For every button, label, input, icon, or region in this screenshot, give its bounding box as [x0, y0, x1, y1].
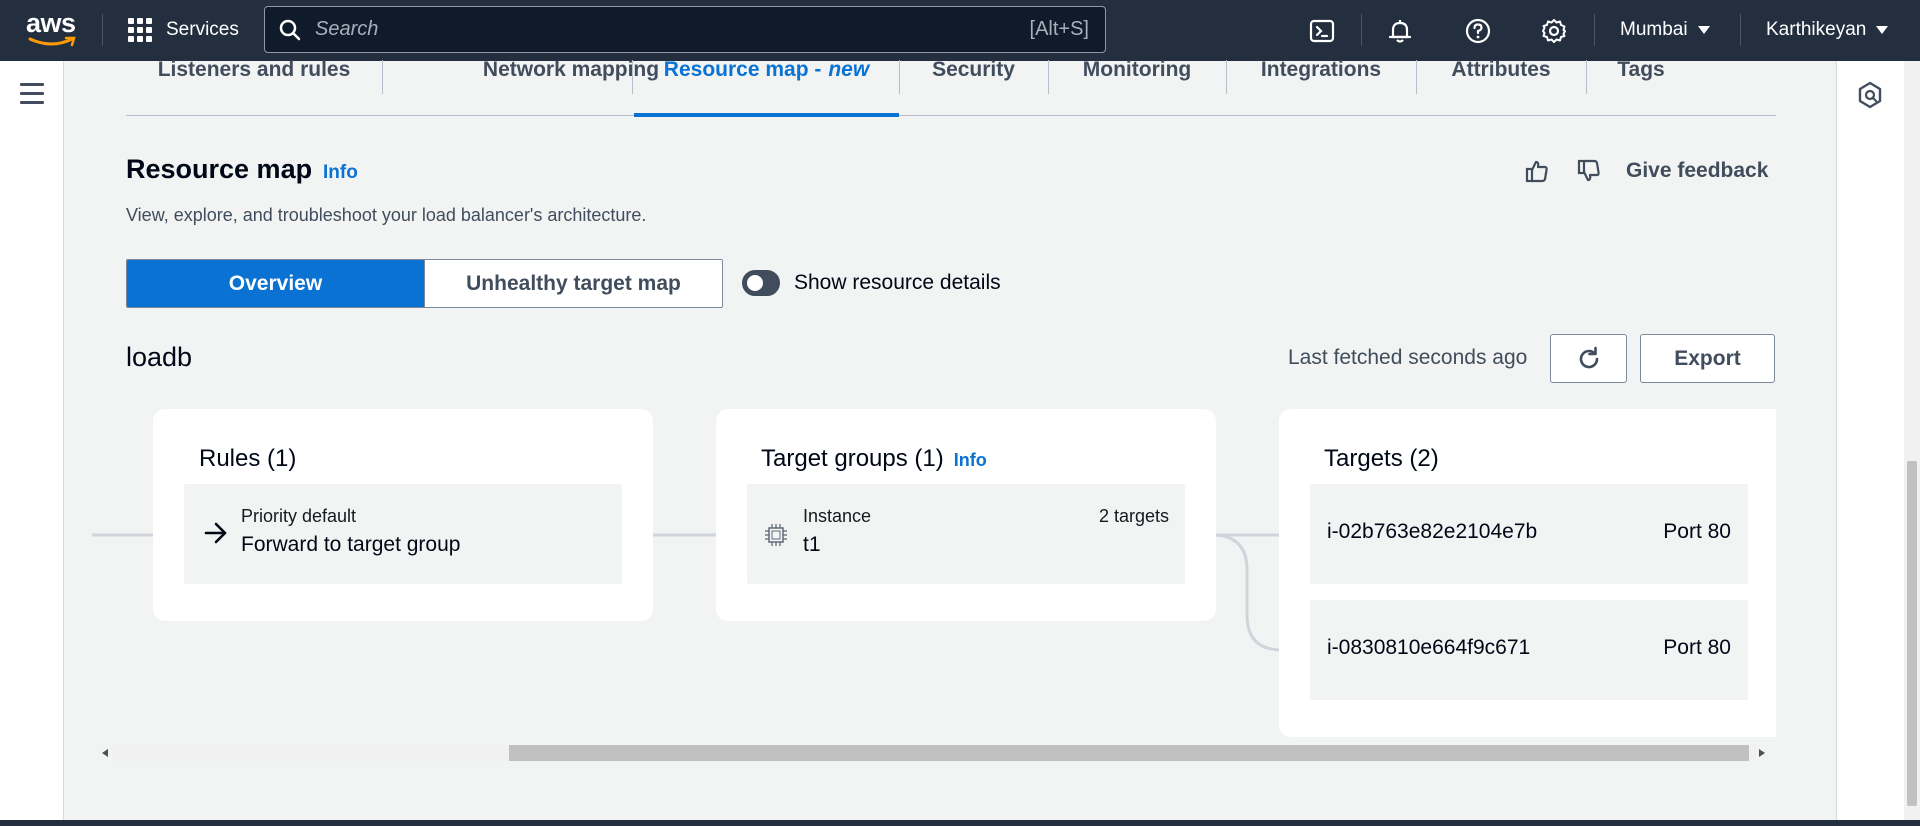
services-grid-icon: [128, 18, 152, 42]
tab-tags[interactable]: Tags: [1586, 52, 1696, 116]
search-bar[interactable]: [Alt+S]: [264, 6, 1106, 53]
toggle-switch[interactable]: [742, 270, 780, 296]
nav-divider: [1594, 14, 1595, 46]
resource-map-canvas: Rules (1) Priority default Forward to ta…: [92, 395, 1776, 745]
unhealthy-target-map-segment[interactable]: Unhealthy target map: [425, 260, 722, 307]
arrow-right-icon: [204, 522, 227, 544]
bell-icon: [1388, 20, 1412, 43]
tab-security[interactable]: Security: [899, 52, 1048, 116]
region-label: Mumbai: [1620, 19, 1688, 40]
scroll-right-arrow-icon[interactable]: [1759, 749, 1765, 757]
tab-label: Monitoring: [1082, 58, 1192, 81]
targets-card-title: Targets (2): [1324, 445, 1439, 472]
tab-monitoring[interactable]: Monitoring: [1048, 52, 1226, 116]
tab-label: Resource map -: [663, 58, 822, 81]
thumbs-up-icon[interactable]: [1524, 158, 1550, 184]
cloudshell-icon: [1309, 19, 1335, 43]
target-port: Port 80: [1663, 636, 1731, 659]
tab-label: Security: [932, 58, 1015, 81]
export-button[interactable]: Export: [1640, 334, 1775, 383]
cloudshell-button[interactable]: [1305, 14, 1339, 48]
services-label: Services: [166, 19, 239, 40]
instance-chip-icon: [765, 524, 787, 546]
caret-down-icon: [1876, 26, 1889, 34]
rule-action: Forward to target group: [241, 533, 461, 556]
vertical-scrollbar[interactable]: [1904, 61, 1920, 820]
rules-card-title: Rules (1): [199, 445, 297, 472]
detail-tabs: Listeners and rules Network mapping Reso…: [126, 52, 1776, 117]
load-balancer-name: loadb: [126, 342, 193, 372]
tab-attributes[interactable]: Attributes: [1416, 52, 1586, 116]
tab-label: Integrations: [1260, 58, 1382, 81]
nav-divider: [1740, 14, 1741, 46]
refresh-icon: [1579, 346, 1598, 368]
user-name: Karthikeyan: [1766, 19, 1867, 40]
aws-smile-icon: [28, 36, 76, 47]
left-navigation-rail: [0, 61, 64, 820]
gear-icon: [1542, 19, 1566, 43]
tab-label: Listeners and rules: [157, 58, 351, 81]
target-group-name: t1: [803, 533, 821, 556]
target-groups-title-text: Target groups (1): [761, 445, 944, 472]
targets-card: Targets (2) i-02b763e82e2104e7b Port 80 …: [1279, 409, 1776, 737]
target-port: Port 80: [1663, 520, 1731, 543]
settings-button[interactable]: [1537, 14, 1571, 48]
hexagon-assistant-icon: [1858, 81, 1882, 109]
nav-divider: [102, 14, 103, 46]
page-description: View, explore, and troubleshoot your loa…: [126, 205, 647, 225]
help-icon: [1465, 18, 1491, 44]
target-group-node[interactable]: Instance t1 2 targets: [747, 484, 1185, 584]
refresh-button[interactable]: [1550, 334, 1627, 383]
last-fetched-text: Last fetched seconds ago: [1288, 346, 1528, 369]
map-view-segmented-control: Overview Unhealthy target map: [126, 259, 723, 308]
target-instance-id: i-0830810e664f9c671: [1327, 636, 1531, 659]
new-badge: new: [828, 58, 870, 81]
hamburger-menu-icon[interactable]: [20, 83, 44, 110]
bottom-footer-bar: [0, 820, 1920, 826]
amazon-q-button[interactable]: [1857, 81, 1883, 114]
rules-card: Rules (1) Priority default Forward to ta…: [153, 409, 653, 621]
caret-down-icon: [1697, 26, 1710, 34]
rule-node[interactable]: Priority default Forward to target group: [184, 484, 622, 584]
target-instance-id: i-02b763e82e2104e7b: [1327, 520, 1538, 543]
rule-priority: Priority default: [241, 506, 357, 526]
tab-resource-map[interactable]: Resource map - new: [634, 52, 899, 117]
tab-listeners-and-rules[interactable]: Listeners and rules: [126, 52, 382, 116]
aws-logo[interactable]: aws: [26, 10, 76, 50]
notifications-button[interactable]: [1383, 14, 1417, 48]
overview-segment[interactable]: Overview: [127, 260, 425, 307]
map-horizontal-scrollbar[interactable]: [92, 743, 1776, 763]
account-menu[interactable]: Karthikeyan: [1766, 14, 1889, 46]
target-groups-card: Target groups (1) Info Instance t1 2 targ…: [716, 409, 1216, 621]
nav-divider: [1361, 14, 1362, 46]
search-shortcut: [Alt+S]: [1029, 18, 1089, 40]
show-resource-details-toggle[interactable]: Show resource details: [742, 270, 1001, 296]
info-link[interactable]: Info: [954, 450, 987, 470]
vertical-scrollbar-thumb[interactable]: [1907, 461, 1917, 806]
aws-logo-text: aws: [26, 8, 76, 38]
tab-separator: [632, 60, 633, 94]
tab-label: Tags: [1617, 58, 1665, 81]
scroll-left-arrow-icon[interactable]: [102, 749, 108, 757]
target-node[interactable]: i-0830810e664f9c671 Port 80: [1310, 600, 1748, 700]
services-menu[interactable]: Services: [128, 14, 239, 46]
search-icon: [279, 19, 301, 40]
tab-label: Attributes: [1451, 58, 1551, 81]
toggle-label: Show resource details: [794, 271, 1001, 294]
scrollbar-thumb[interactable]: [509, 745, 1749, 761]
target-group-type: Instance: [803, 506, 872, 526]
right-tools-rail: [1836, 61, 1904, 820]
target-groups-card-title: Target groups (1) Info: [761, 445, 987, 473]
target-node[interactable]: i-02b763e82e2104e7b Port 80: [1310, 484, 1748, 584]
help-button[interactable]: [1461, 14, 1495, 48]
thumbs-down-icon[interactable]: [1576, 158, 1602, 184]
info-link[interactable]: Info: [323, 162, 358, 184]
page-title: Resource map: [126, 154, 313, 184]
region-selector[interactable]: Mumbai: [1620, 14, 1710, 46]
tab-integrations[interactable]: Integrations: [1226, 52, 1416, 116]
feedback-group: Give feedback: [1524, 158, 1768, 184]
search-input[interactable]: [315, 18, 1030, 41]
target-count: 2 targets: [1098, 506, 1169, 526]
give-feedback-link[interactable]: Give feedback: [1626, 159, 1768, 183]
